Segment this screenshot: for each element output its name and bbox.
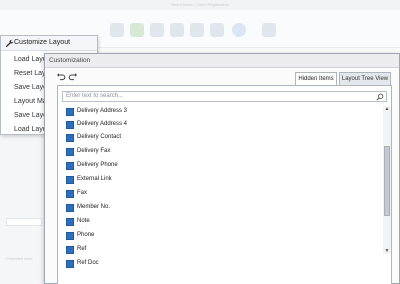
field-icon	[66, 121, 74, 129]
menu-item-customize-layout[interactable]: Customize Layout	[1, 36, 97, 51]
list-item-label: Delivery Address 3	[77, 108, 128, 114]
list-item-ref-doc[interactable]: Ref Doc	[62, 258, 362, 271]
hidden-items-panel: Enter text to search... Delivery Address…	[57, 85, 392, 284]
list-item-label: Fax	[77, 190, 88, 196]
wrench-icon	[5, 39, 14, 48]
list-item-delivery-address-4[interactable]: Delivery Address 4	[62, 119, 362, 132]
list-scrollbar[interactable]: ▲ ▼	[383, 106, 391, 254]
field-icon	[66, 134, 74, 142]
background-side-note: Protected Area	[6, 256, 33, 261]
list-item-label: Ref	[77, 246, 87, 252]
list-item-delivery-fax[interactable]: Delivery Fax	[62, 146, 362, 159]
list-item-ref[interactable]: Ref	[62, 244, 362, 257]
list-item-label: Delivery Fax	[77, 148, 111, 154]
dialog-titlebar[interactable]: Customization	[45, 54, 399, 68]
search-placeholder: Enter text to search...	[66, 93, 124, 99]
field-icon	[66, 246, 74, 254]
field-icon	[66, 218, 74, 226]
field-icon	[66, 232, 74, 240]
list-item-member-no[interactable]: Member No.	[62, 202, 362, 215]
list-item-external-link[interactable]: External Link	[62, 174, 362, 187]
field-icon	[66, 190, 74, 198]
list-item-fax[interactable]: Fax	[62, 188, 362, 201]
customization-dialog: Customization Hidden Items Layout Tree V…	[44, 53, 400, 284]
list-item-label: Delivery Address 4	[77, 121, 128, 127]
ribbon-button	[190, 23, 204, 37]
list-item-label: Phone	[77, 232, 95, 238]
ribbon-button	[150, 23, 164, 37]
list-item-note[interactable]: Note	[62, 216, 362, 229]
search-box[interactable]: Enter text to search...	[62, 91, 387, 102]
background-field	[6, 218, 42, 226]
list-item-label: Delivery Contact	[77, 134, 122, 140]
list-item-delivery-contact[interactable]: Delivery Contact	[62, 132, 362, 145]
field-icon	[66, 176, 74, 184]
tab-layout-tree-view[interactable]: Layout Tree View	[339, 72, 391, 86]
ribbon-button	[210, 23, 224, 37]
tab-hidden-items[interactable]: Hidden Items	[295, 72, 337, 86]
scrollbar-thumb[interactable]	[384, 146, 390, 216]
ribbon-button	[262, 23, 276, 37]
undo-icon[interactable]	[56, 72, 66, 82]
list-item-label: Member No.	[77, 204, 111, 210]
ribbon-button	[130, 23, 144, 37]
list-item-phone[interactable]: Phone	[62, 230, 362, 243]
scroll-down-arrow-icon[interactable]: ▼	[384, 248, 390, 254]
list-item-delivery-address-3[interactable]: Delivery Address 3	[62, 106, 362, 119]
list-item-delivery-phone[interactable]: Delivery Phone	[62, 160, 362, 173]
menu-item-label: Customize Layout	[14, 39, 71, 46]
ribbon-button	[110, 23, 124, 37]
field-icon	[66, 260, 74, 268]
list-item-label: External Link	[77, 176, 112, 182]
field-icon	[66, 204, 74, 212]
background-window-title: New Entries - Client Registration	[0, 0, 400, 10]
field-icon	[66, 108, 74, 116]
search-icon[interactable]	[376, 93, 384, 101]
list-item-label: Delivery Phone	[77, 162, 118, 168]
info-icon	[232, 23, 246, 37]
field-icon	[66, 162, 74, 170]
redo-icon[interactable]	[68, 72, 78, 82]
field-icon	[66, 148, 74, 156]
hidden-items-list: Delivery Address 3 Delivery Address 4 De…	[62, 106, 382, 284]
ribbon-button	[170, 23, 184, 37]
list-item-label: Note	[77, 218, 90, 224]
list-item-label: Ref Doc	[77, 260, 99, 266]
scroll-up-arrow-icon[interactable]: ▲	[384, 106, 390, 112]
dialog-title: Customization	[49, 57, 91, 64]
